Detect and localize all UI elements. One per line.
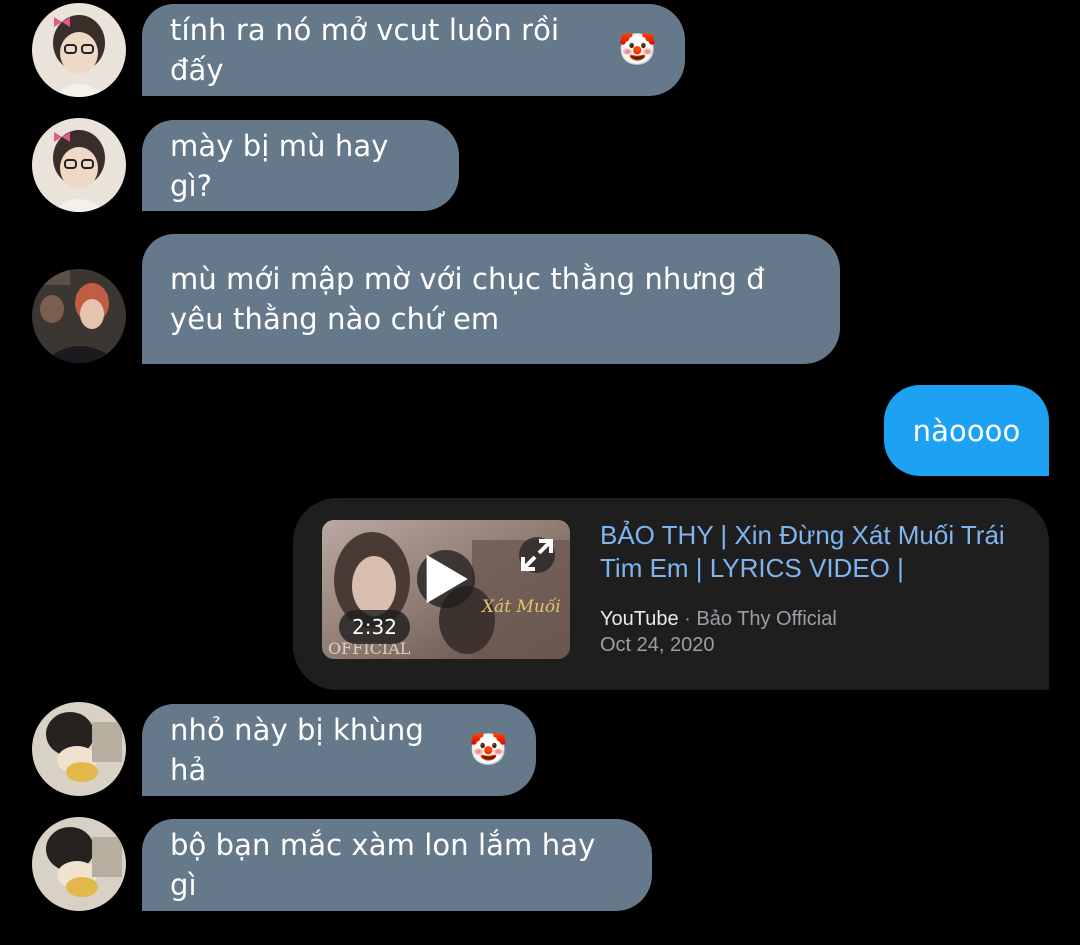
link-meta: YouTube · Bảo Thy Official Oct 24, 2020 — [600, 606, 837, 658]
message-text: nhỏ này bị khùng hả — [170, 713, 424, 787]
link-date: Oct 24, 2020 — [600, 634, 715, 656]
message-bubble[interactable]: mù mới mập mờ với chục thằng nhưng đ yêu… — [142, 234, 840, 364]
play-button[interactable] — [417, 550, 475, 608]
message-text: nàoooo — [912, 413, 1021, 448]
play-icon — [426, 554, 468, 604]
thumbnail-caption: Xát Muối — [480, 597, 561, 617]
link-title-line: Tim Em | LYRICS VIDEO | — [600, 553, 904, 583]
video-thumbnail[interactable]: Xát Muối OFFICIAL 2:32 — [322, 520, 570, 659]
meta-separator: · — [678, 608, 697, 630]
clown-emoji-icon: 🤡 — [618, 32, 657, 68]
avatar[interactable] — [32, 118, 126, 212]
link-title-line: BẢO THY | Xin Đừng Xát Muối Trái — [600, 520, 1005, 550]
expand-icon — [521, 539, 553, 571]
link-channel: Bảo Thy Official — [696, 608, 837, 630]
clown-emoji-icon: 🤡 — [469, 732, 508, 768]
message-bubble[interactable]: tính ra nó mở vcut luôn rồi đấy 🤡 — [142, 4, 685, 96]
message-bubble[interactable]: mày bị mù hay gì? — [142, 120, 459, 211]
message-text: tính ra nó mở vcut luôn rồi đấy — [170, 13, 560, 87]
avatar[interactable] — [32, 3, 126, 97]
message-bubble[interactable]: bộ bạn mắc xàm lon lắm hay gì — [142, 819, 652, 911]
expand-button[interactable] — [519, 537, 555, 573]
message-bubble-outgoing[interactable]: nàoooo — [884, 385, 1049, 476]
avatar[interactable] — [32, 702, 126, 796]
link-title[interactable]: BẢO THY | Xin Đừng Xát Muối Trái Tim Em … — [600, 519, 1020, 585]
avatar[interactable] — [32, 269, 126, 363]
avatar[interactable] — [32, 817, 126, 911]
message-text: mày bị mù hay gì? — [170, 128, 389, 203]
link-site: YouTube — [600, 608, 679, 630]
message-text: bộ bạn mắc xàm lon lắm hay gì — [170, 828, 596, 902]
message-text-line: mù mới mập mờ với chục thằng nhưng đ — [170, 262, 765, 296]
message-bubble[interactable]: nhỏ này bị khùng hả 🤡 — [142, 704, 536, 796]
video-duration: 2:32 — [339, 610, 410, 644]
message-text-line: yêu thằng nào chứ em — [170, 302, 500, 336]
